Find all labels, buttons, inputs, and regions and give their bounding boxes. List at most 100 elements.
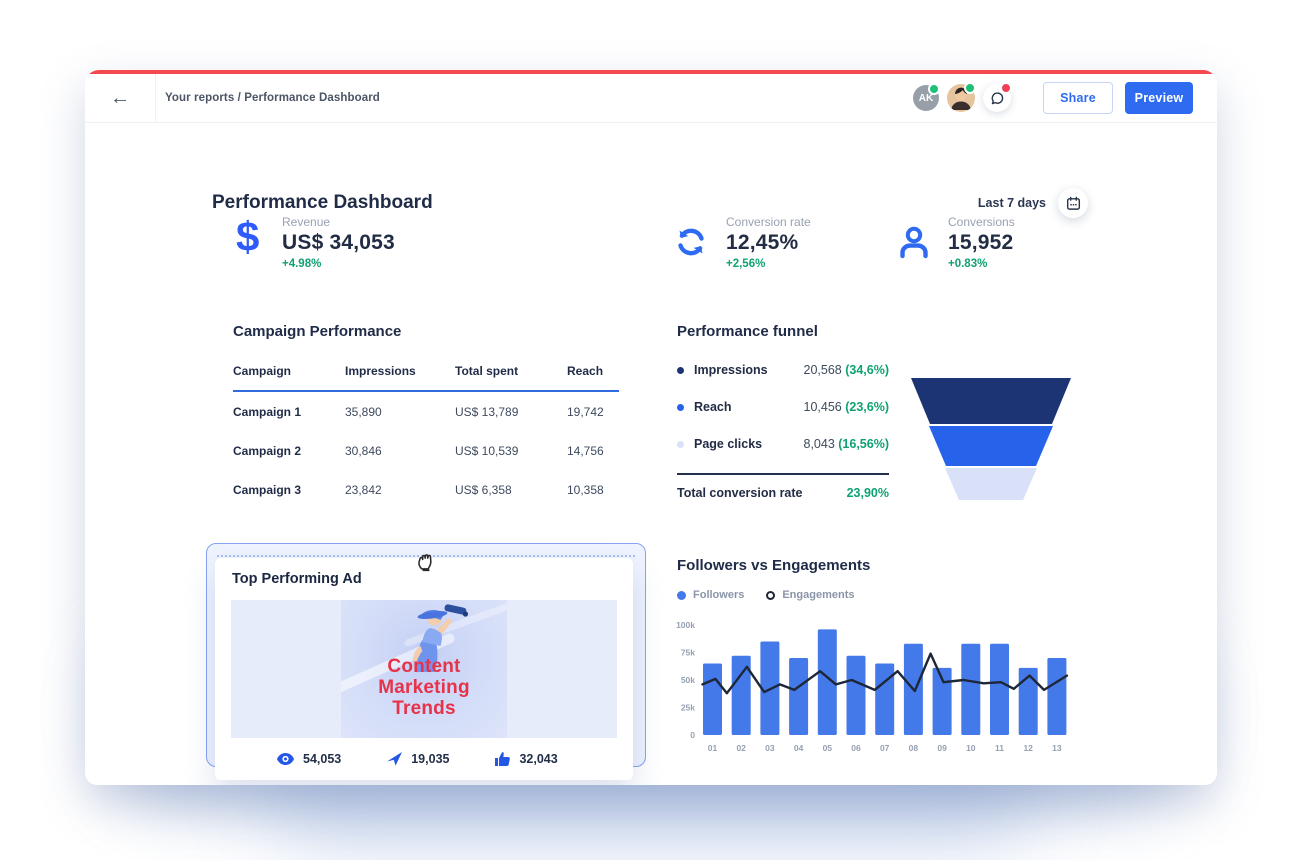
shares-stat: 19,035 bbox=[387, 752, 449, 766]
arrow-left-icon: ← bbox=[110, 87, 130, 110]
divider bbox=[677, 473, 889, 475]
app-window: ← Your reports / Performance Dashboard A… bbox=[85, 70, 1217, 785]
topbar: ← Your reports / Performance Dashboard A… bbox=[85, 74, 1217, 123]
x-axis-tick: 09 bbox=[937, 743, 947, 753]
total-value: 23,90% bbox=[847, 486, 889, 500]
table-cell: Campaign 1 bbox=[233, 405, 345, 419]
chat-button[interactable] bbox=[983, 84, 1011, 112]
total-label: Total conversion rate bbox=[677, 486, 803, 500]
section-title: Performance funnel bbox=[677, 323, 889, 340]
thumbs-up-icon bbox=[495, 752, 510, 766]
table-cell: US$ 13,789 bbox=[455, 405, 567, 419]
legend-label: Followers bbox=[693, 589, 744, 601]
avatar-photo[interactable] bbox=[947, 84, 975, 112]
likes-stat: 32,043 bbox=[495, 752, 557, 766]
kpi-label: Conversion rate bbox=[726, 215, 811, 229]
followers-engagements-chart: 025k50k75k100k01020304050607080910111213 bbox=[668, 613, 1083, 761]
back-button[interactable]: ← bbox=[85, 74, 156, 122]
share-button[interactable]: Share bbox=[1043, 82, 1113, 114]
stage-number: 10,456 bbox=[804, 400, 842, 414]
table-cell: Campaign 3 bbox=[233, 483, 345, 497]
date-range-control: Last 7 days bbox=[978, 188, 1088, 218]
x-axis-tick: 12 bbox=[1023, 743, 1033, 753]
table-cell: US$ 10,539 bbox=[455, 444, 567, 458]
table-row: Campaign 323,842US$ 6,35810,358 bbox=[233, 470, 619, 509]
x-axis-tick: 11 bbox=[995, 743, 1004, 753]
stage-label: Impressions bbox=[694, 363, 768, 377]
stage-number: 20,568 bbox=[804, 363, 842, 377]
campaign-table-body: Campaign 135,890US$ 13,78919,742 Campaign… bbox=[233, 392, 619, 509]
top-performing-ad-card[interactable]: Top Performing Ad Content Marketi bbox=[215, 558, 633, 780]
column-header: Reach bbox=[567, 364, 619, 378]
topbar-actions: AK Share Preview bbox=[913, 74, 1193, 122]
followers-bar bbox=[961, 644, 980, 735]
table-cell: 35,890 bbox=[345, 405, 455, 419]
send-icon bbox=[387, 752, 402, 766]
preview-button[interactable]: Preview bbox=[1125, 82, 1193, 114]
funnel-chart bbox=[908, 376, 1074, 506]
followers-bar bbox=[875, 664, 894, 736]
stage-value: 20,568 (34,6%) bbox=[804, 363, 890, 377]
stage-dot bbox=[677, 367, 684, 374]
stat-value: 54,053 bbox=[303, 752, 341, 766]
kpi-delta: +2,56% bbox=[726, 258, 811, 270]
legend-dot-icon bbox=[677, 591, 686, 600]
page-title: Performance Dashboard bbox=[212, 192, 433, 214]
table-cell: 30,846 bbox=[345, 444, 455, 458]
kpi-label: Revenue bbox=[282, 215, 395, 229]
table-cell: 19,742 bbox=[567, 405, 619, 419]
funnel-total-row: Total conversion rate 23,90% bbox=[677, 486, 889, 500]
online-status-dot bbox=[928, 83, 940, 95]
kpi-label: Conversions bbox=[948, 215, 1015, 229]
legend-followers: Followers bbox=[677, 589, 744, 601]
dollar-icon: $ bbox=[236, 217, 259, 257]
legend-ring-icon bbox=[766, 591, 775, 600]
y-axis-tick: 25k bbox=[681, 703, 695, 713]
funnel-stage-row: Page clicks 8,043 (16,56%) bbox=[677, 437, 889, 451]
date-range-label: Last 7 days bbox=[978, 196, 1046, 210]
stage-dot bbox=[677, 404, 684, 411]
y-axis-tick: 75k bbox=[681, 648, 695, 658]
calendar-icon bbox=[1066, 196, 1081, 211]
column-header: Impressions bbox=[345, 364, 455, 378]
x-axis-tick: 08 bbox=[909, 743, 919, 753]
stage-dot bbox=[677, 441, 684, 448]
chart-legend: Followers Engagements bbox=[677, 589, 854, 601]
followers-bar bbox=[1047, 658, 1066, 735]
x-axis-tick: 04 bbox=[794, 743, 804, 753]
stage-percent: (23,6%) bbox=[845, 400, 889, 414]
stage-percent: (16,56%) bbox=[838, 437, 889, 451]
calendar-button[interactable] bbox=[1058, 188, 1088, 218]
ad-stats-row: 54,053 19,035 32,043 bbox=[215, 752, 633, 766]
views-stat: 54,053 bbox=[277, 752, 341, 766]
y-axis-tick: 100k bbox=[676, 620, 695, 630]
kpi-conversions: Conversions 15,952 +0.83% bbox=[898, 215, 1015, 270]
x-axis-tick: 10 bbox=[966, 743, 976, 753]
x-axis-tick: 03 bbox=[765, 743, 775, 753]
kpi-value: 15,952 bbox=[948, 231, 1015, 255]
stage-percent: (34,6%) bbox=[845, 363, 889, 377]
user-icon bbox=[898, 225, 930, 259]
avatar-initials[interactable]: AK bbox=[913, 85, 939, 111]
table-cell: 10,358 bbox=[567, 483, 619, 497]
column-header: Campaign bbox=[233, 364, 345, 378]
card-title: Top Performing Ad bbox=[232, 571, 362, 587]
stage-value: 8,043 (16,56%) bbox=[804, 437, 890, 451]
followers-bar bbox=[789, 658, 808, 735]
table-header-row: Campaign Impressions Total spent Reach bbox=[233, 364, 619, 392]
section-title: Campaign Performance bbox=[233, 323, 619, 340]
eye-icon bbox=[277, 753, 294, 765]
x-axis-tick: 01 bbox=[708, 743, 718, 753]
x-axis-tick: 13 bbox=[1052, 743, 1062, 753]
performance-funnel-section: Performance funnel Impressions 20,568 (3… bbox=[677, 323, 889, 500]
funnel-stage-row: Reach 10,456 (23,6%) bbox=[677, 400, 889, 414]
kpi-value: US$ 34,053 bbox=[282, 231, 395, 255]
kpi-value: 12,45% bbox=[726, 231, 811, 255]
y-axis-tick: 0 bbox=[690, 730, 695, 740]
y-axis-tick: 50k bbox=[681, 675, 695, 685]
followers-bar bbox=[990, 644, 1009, 735]
grabbing-cursor-icon bbox=[414, 546, 441, 574]
table-cell: Campaign 2 bbox=[233, 444, 345, 458]
table-cell: US$ 6,358 bbox=[455, 483, 567, 497]
section-title: Followers vs Engagements bbox=[677, 557, 870, 574]
